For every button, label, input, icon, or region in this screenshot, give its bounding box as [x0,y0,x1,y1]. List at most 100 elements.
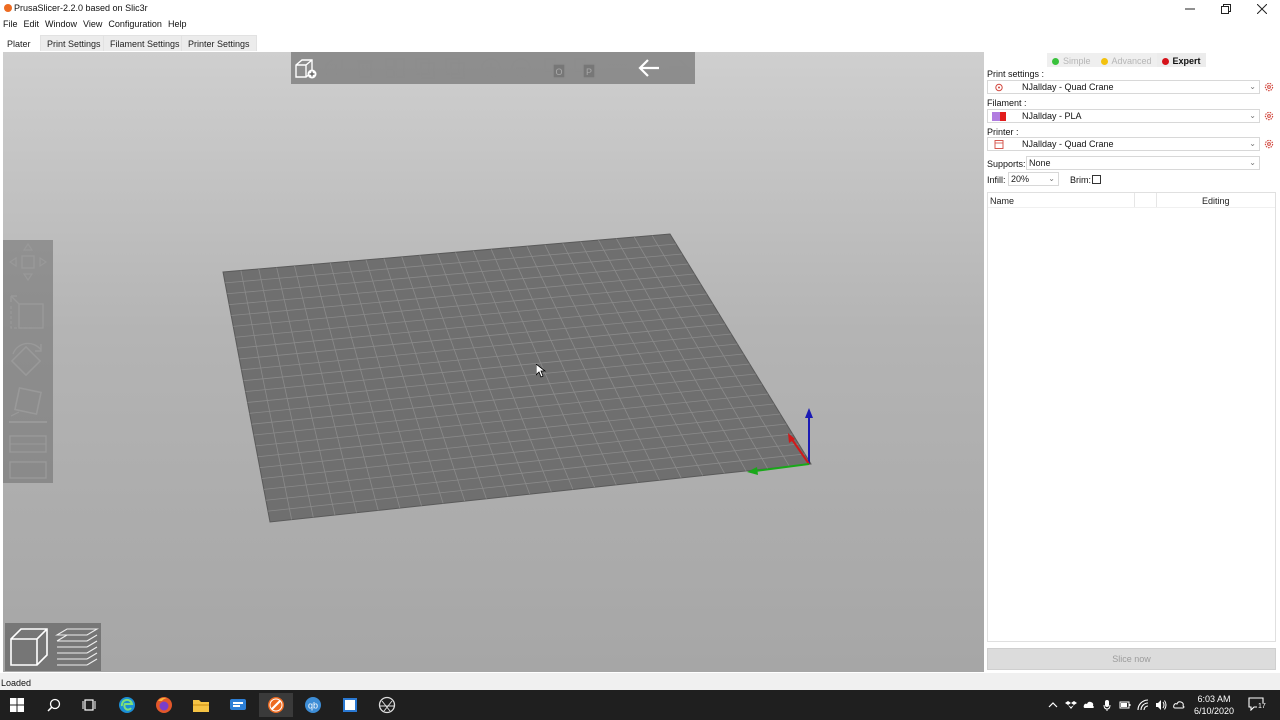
app-window-taskbar-button[interactable] [333,693,367,717]
notification-center-button[interactable]: 17 [1248,697,1268,713]
view-toggle [5,623,101,671]
rotate-icon[interactable] [7,340,49,380]
supports-value: None [1029,158,1051,168]
menu-window[interactable]: Window [42,18,80,32]
windows-logo-icon [10,698,24,712]
tab-filament-settings[interactable]: Filament Settings [103,35,187,51]
supports-combo[interactable]: None ⌄ [1026,156,1260,170]
filament-gear-icon[interactable] [1264,111,1274,121]
wifi-icon[interactable] [1137,699,1149,711]
move-icon[interactable] [7,242,49,282]
close-button[interactable] [1244,0,1280,18]
add-instance-icon[interactable] [479,56,503,80]
restore-icon [1221,4,1231,14]
chat-app-icon [230,699,246,710]
menu-edit[interactable]: Edit [21,18,43,32]
infill-value: 20% [1011,174,1030,184]
object-list[interactable]: Name Editing [987,192,1276,642]
split-objects-icon[interactable]: O [543,56,567,80]
filament-value: NJallday - PLA [1022,111,1082,121]
print-bed [222,233,813,523]
column-editing[interactable]: Editing [1202,196,1230,206]
title-bar: PrusaSlicer-2.2.0 based on Slic3r [0,0,1280,18]
layers-editing-icon[interactable] [605,56,629,80]
search-button[interactable] [37,693,71,717]
copy-icon[interactable] [413,56,437,80]
mode-advanced-button[interactable]: Advanced [1095,53,1157,67]
advanced-mode-dot-icon [1100,57,1108,65]
edge-taskbar-button[interactable] [110,693,144,717]
filament-color-swatch [992,112,1000,121]
paste-icon[interactable] [443,56,467,80]
undo-icon[interactable] [637,56,661,80]
tab-printer-settings[interactable]: Printer Settings [181,35,257,51]
scale-icon[interactable] [7,292,49,332]
menu-file[interactable]: File [0,18,21,32]
restore-button[interactable] [1208,0,1244,18]
close-icon [1257,4,1267,14]
status-bar: Loaded [0,673,1280,690]
printer-value: NJallday - Quad Crane [1022,139,1114,149]
tab-plater[interactable]: Plater [0,35,38,51]
tab-print-settings[interactable]: Print Settings [40,35,108,51]
brim-label: Brim: [1070,175,1091,185]
printer-combo[interactable]: NJallday - Quad Crane ⌄ [987,137,1260,151]
file-explorer-taskbar-button[interactable] [184,693,218,717]
simple-mode-dot-icon [1052,57,1059,65]
printer-gear-icon[interactable] [1264,139,1274,149]
mail-taskbar-button[interactable] [221,693,255,717]
delete-all-icon[interactable] [353,56,377,80]
chevron-down-icon: ⌄ [1249,139,1256,148]
menu-configuration[interactable]: Configuration [105,18,165,32]
menu-view[interactable]: View [80,18,105,32]
mode-expert-button[interactable]: Expert [1156,53,1206,67]
remove-instance-icon[interactable] [509,56,533,80]
microphone-icon[interactable] [1101,699,1113,711]
expert-mode-dot-icon [1161,57,1169,65]
dropbox-icon[interactable] [1065,699,1077,711]
3d-viewport[interactable]: O P [3,52,984,672]
cloud-sync-icon[interactable] [1173,699,1185,711]
status-text: Loaded [1,678,32,688]
search-icon [47,698,61,712]
split-parts-icon[interactable]: P [573,56,597,80]
add-icon[interactable] [293,56,317,80]
chevron-up-icon[interactable] [1047,699,1059,711]
qb-taskbar-button[interactable]: qb [296,693,330,717]
right-sidebar: Simple Advanced Expert Print settings : … [985,52,1280,672]
delete-icon[interactable] [323,56,347,80]
firefox-taskbar-button[interactable] [147,693,181,717]
3d-view-icon[interactable] [7,625,51,669]
onedrive-icon[interactable] [1083,699,1095,711]
print-settings-combo[interactable]: NJallday - Quad Crane ⌄ [987,80,1260,94]
minimize-button[interactable] [1172,0,1208,18]
chevron-down-icon: ⌄ [1249,111,1256,120]
preview-icon[interactable] [55,625,99,669]
slicer-taskbar-button[interactable] [370,693,404,717]
task-view-button[interactable] [72,693,106,717]
qbittorrent-icon: qb [305,697,321,713]
prusaslicer-taskbar-button[interactable] [259,693,293,717]
column-divider [1134,193,1135,207]
chevron-down-icon: ⌄ [1249,82,1256,91]
menu-help[interactable]: Help [165,18,190,32]
svg-text:qb: qb [308,701,318,711]
infill-label: Infill: [987,175,1006,185]
start-button[interactable] [0,693,34,717]
brim-checkbox[interactable] [1092,175,1101,184]
redo-icon[interactable] [667,56,691,80]
infill-combo[interactable]: 20% ⌄ [1008,172,1059,186]
print-settings-gear-icon[interactable] [1264,82,1274,92]
volume-icon[interactable] [1155,699,1167,711]
place-on-face-icon[interactable] [7,384,49,424]
filament-combo[interactable]: NJallday - PLA ⌄ [987,109,1260,123]
slice-now-button[interactable]: Slice now [987,648,1276,670]
column-name[interactable]: Name [990,196,1014,206]
sla-support-icon[interactable] [7,452,49,492]
mode-simple-button[interactable]: Simple [1047,53,1096,67]
battery-icon[interactable] [1119,699,1131,711]
mode-expert-label: Expert [1172,56,1201,66]
system-clock[interactable]: 6:03 AM 6/10/2020 [1185,693,1243,717]
print-settings-value: NJallday - Quad Crane [1022,82,1114,92]
arrange-icon[interactable] [383,56,407,80]
